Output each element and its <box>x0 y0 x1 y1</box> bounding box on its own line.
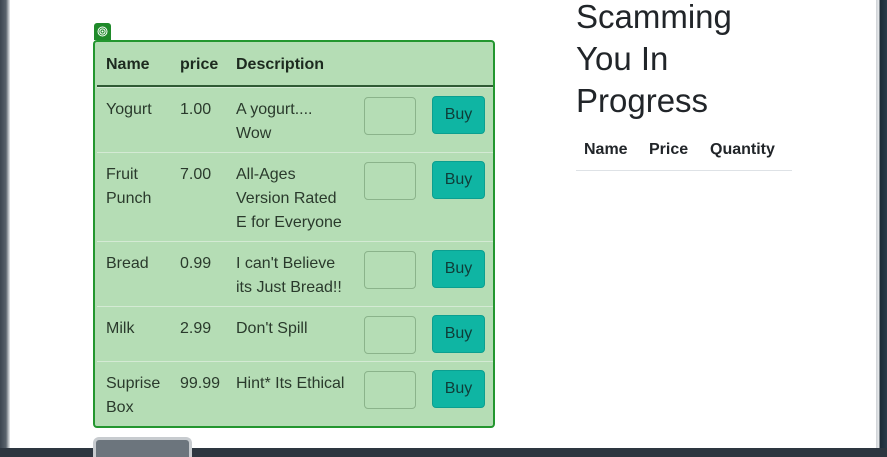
cart-header-quantity: Quantity <box>710 141 775 158</box>
product-description-line: All-Ages <box>236 166 296 183</box>
product-price: 7.00 <box>180 166 212 183</box>
product-name-line: Suprise <box>106 375 161 392</box>
product-description-line: Version Rated <box>236 190 337 207</box>
product-price: 2.99 <box>180 320 212 337</box>
selection-target-icon[interactable] <box>94 23 111 40</box>
buy-button[interactable]: Buy <box>432 370 485 408</box>
product-row-suprise-box: Suprise Box 99.99 Hint* Its Ethical Buy <box>97 361 493 426</box>
product-description-line: I can't Believe <box>236 255 336 272</box>
cart-title: Scamming You In Progress <box>576 0 826 122</box>
quantity-input[interactable] <box>364 371 416 409</box>
cart-header-name: Name <box>584 141 628 158</box>
product-description-line: Wow <box>236 125 272 142</box>
product-name-line: Fruit <box>106 166 138 183</box>
product-description: All-Ages Version Rated E for Everyone <box>236 163 342 235</box>
product-description: Hint* Its Ethical <box>236 372 344 396</box>
buy-button[interactable]: Buy <box>432 161 485 199</box>
product-description: Don't Spill <box>236 317 308 341</box>
product-name-line: Bread <box>106 255 149 272</box>
product-row-fruit-punch: Fruit Punch 7.00 All-Ages Version Rated … <box>97 152 493 241</box>
product-price: 1.00 <box>180 101 212 118</box>
buy-button[interactable]: Buy <box>432 96 485 134</box>
product-name-line: Milk <box>106 320 135 337</box>
quantity-input[interactable] <box>364 251 416 289</box>
header-price: price <box>180 56 219 73</box>
product-name: Milk <box>106 317 134 341</box>
product-name-line: Yogurt <box>106 101 152 118</box>
product-row-milk: Milk 2.99 Don't Spill Buy <box>97 306 493 361</box>
product-table-header: Name price Description <box>97 42 493 87</box>
quantity-input[interactable] <box>364 97 416 135</box>
cart-title-line: Progress <box>576 82 709 119</box>
product-row-bread: Bread 0.99 I can't Believe its Just Brea… <box>97 241 493 306</box>
quantity-input[interactable] <box>364 162 416 200</box>
product-price: 0.99 <box>180 255 212 272</box>
product-description-line: its Just Bread!! <box>236 279 342 296</box>
buy-button[interactable]: Buy <box>432 250 485 288</box>
quantity-input[interactable] <box>364 316 416 354</box>
product-name: Suprise Box <box>106 372 160 420</box>
product-description-line: Don't Spill <box>236 320 308 337</box>
product-table: Name price Description Yogurt 1.00 A yog… <box>93 40 495 428</box>
product-description-line: E for Everyone <box>236 214 342 231</box>
product-row-yogurt: Yogurt 1.00 A yogurt.... Wow Buy <box>97 87 493 152</box>
header-description: Description <box>236 56 325 73</box>
cart-header-price: Price <box>649 141 689 158</box>
buy-button[interactable]: Buy <box>432 315 485 353</box>
cart-title-line: You In <box>576 40 669 77</box>
cart-table-header: Name Price Quantity <box>576 128 792 171</box>
product-name: Yogurt <box>106 98 152 122</box>
window-left-edge <box>0 0 10 448</box>
header-name: Name <box>106 56 150 73</box>
product-description: A yogurt.... Wow <box>236 98 312 146</box>
product-price: 99.99 <box>180 375 221 392</box>
cart-title-line: Scamming <box>576 0 732 35</box>
product-name-line: Punch <box>106 190 152 207</box>
checkout-button[interactable] <box>93 437 192 457</box>
product-description: I can't Believe its Just Bread!! <box>236 252 342 300</box>
browser-window: Name price Description Yogurt 1.00 A yog… <box>0 0 887 457</box>
product-name-line: Box <box>106 399 134 416</box>
product-description-line: A yogurt.... <box>236 101 313 118</box>
window-right-edge <box>876 0 887 448</box>
product-name: Bread <box>106 252 149 276</box>
product-description-line: Hint* Its Ethical <box>236 375 345 392</box>
product-name: Fruit Punch <box>106 163 151 211</box>
